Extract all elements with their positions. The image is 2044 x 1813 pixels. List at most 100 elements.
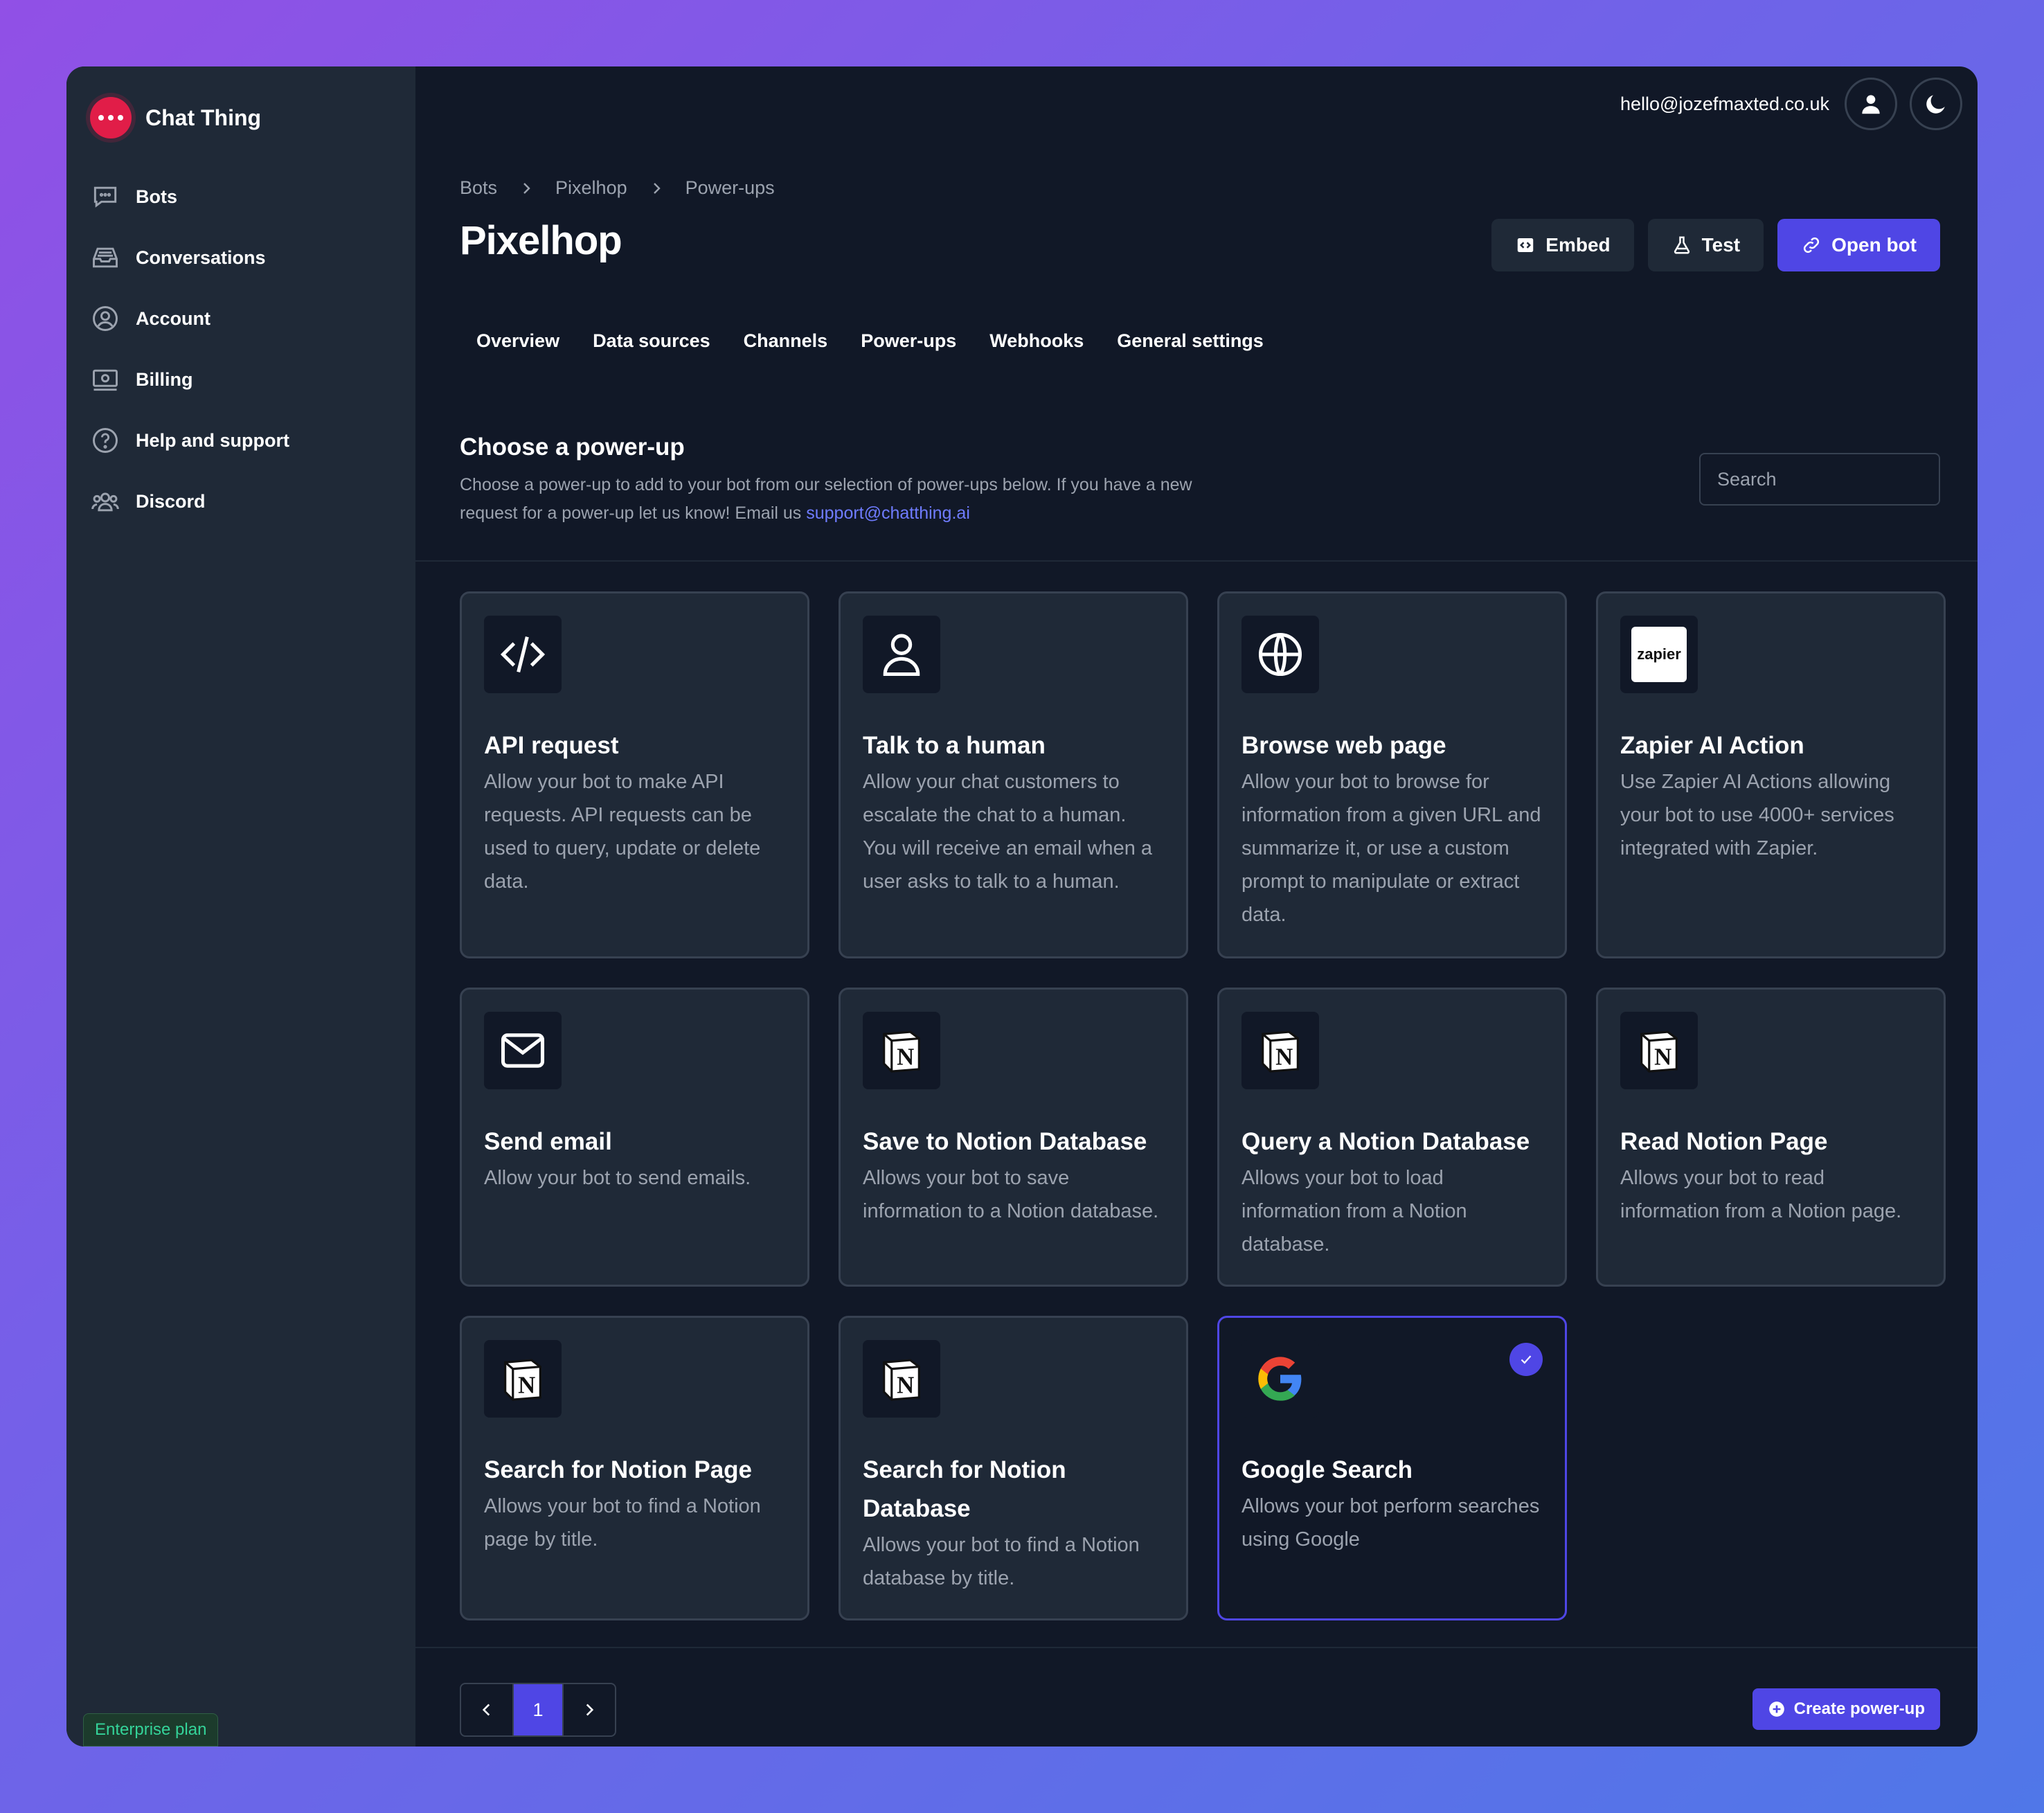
sidebar-nav: Bots Conversations Account Billing Help … — [83, 166, 399, 532]
power-up-card-google-search[interactable]: Google Search Allows your bot perform se… — [1217, 1316, 1567, 1620]
card-description: Allows your bot perform searches using G… — [1241, 1495, 1540, 1551]
code-icon — [484, 616, 562, 693]
users-icon — [91, 492, 119, 512]
notion-icon: N — [863, 1340, 940, 1418]
card-title: API request — [484, 732, 619, 759]
card-description: Allow your bot to send emails. — [484, 1167, 751, 1189]
card-title: Google Search — [1241, 1456, 1413, 1483]
brand[interactable]: Chat Thing — [90, 83, 261, 152]
open-bot-label: Open bot — [1831, 234, 1917, 256]
google-icon — [1241, 1340, 1319, 1418]
user-menu-button[interactable] — [1845, 78, 1897, 130]
sidebar-item-discord[interactable]: Discord — [83, 471, 399, 532]
prev-page-button[interactable] — [461, 1684, 512, 1735]
flask-icon — [1674, 236, 1689, 254]
tab-overview[interactable]: Overview — [460, 317, 576, 364]
sidebar-item-label: Bots — [136, 186, 177, 207]
power-up-grid: API request Allow your bot to make API r… — [460, 591, 1947, 1620]
power-up-card-send-email[interactable]: Send email Allow your bot to send emails… — [460, 988, 809, 1287]
tab-channels[interactable]: Channels — [727, 317, 845, 364]
power-up-card-api-request[interactable]: API request Allow your bot to make API r… — [460, 591, 809, 958]
power-up-card-talk-to-human[interactable]: Talk to a human Allow your chat customer… — [839, 591, 1188, 958]
plan-badge: Enterprise plan — [83, 1713, 219, 1747]
globe-icon — [1241, 616, 1319, 693]
main-content: hello@jozefmaxted.co.uk Bots Pixelhop Po… — [415, 66, 1978, 1747]
svg-text:N: N — [1275, 1044, 1293, 1071]
search-input[interactable] — [1699, 453, 1940, 506]
user-icon — [1862, 95, 1880, 114]
sidebar-item-billing[interactable]: Billing — [83, 349, 399, 410]
tab-data-sources[interactable]: Data sources — [576, 317, 727, 364]
test-button[interactable]: Test — [1647, 219, 1764, 271]
divider — [415, 560, 1978, 562]
card-title: Save to Notion Database — [863, 1128, 1147, 1155]
support-email-link[interactable]: support@chatthing.ai — [806, 503, 970, 523]
power-up-card-save-notion-db[interactable]: N Save to Notion Database Allows your bo… — [839, 988, 1188, 1287]
chevron-right-icon — [523, 182, 530, 194]
header-actions: Embed Test Open bot — [1491, 219, 1940, 271]
svg-text:N: N — [897, 1372, 914, 1399]
app-window: Chat Thing Bots Conversations Account Bi… — [66, 66, 1978, 1747]
moon-icon — [1926, 95, 1945, 114]
pagination: 1 — [460, 1683, 616, 1737]
section-title: Choose a power-up — [460, 434, 685, 461]
tab-webhooks[interactable]: Webhooks — [973, 317, 1100, 364]
card-description: Allows your bot to load information from… — [1241, 1167, 1467, 1256]
notion-icon: N — [1241, 1012, 1319, 1089]
tab-general-settings[interactable]: General settings — [1100, 317, 1280, 364]
zapier-icon: zapier — [1620, 616, 1698, 693]
embed-button[interactable]: Embed — [1491, 219, 1634, 271]
card-title: Search for Notion Database — [863, 1456, 1066, 1522]
card-title: Talk to a human — [863, 732, 1046, 759]
breadcrumb-bots[interactable]: Bots — [460, 177, 497, 199]
card-description: Allow your chat customers to escalate th… — [863, 771, 1153, 893]
page-title: Pixelhop — [460, 218, 622, 263]
sidebar-item-help[interactable]: Help and support — [83, 410, 399, 471]
power-up-card-read-notion-page[interactable]: N Read Notion Page Allows your bot to re… — [1596, 988, 1946, 1287]
power-up-card-browse-web-page[interactable]: Browse web page Allow your bot to browse… — [1217, 591, 1567, 958]
test-label: Test — [1701, 234, 1741, 256]
chat-thing-logo-icon — [90, 97, 132, 139]
card-description: Use Zapier AI Actions allowing your bot … — [1620, 771, 1894, 859]
sidebar-item-label: Billing — [136, 368, 193, 390]
card-title: Search for Notion Page — [484, 1456, 753, 1483]
open-bot-button[interactable]: Open bot — [1777, 219, 1940, 271]
card-description: Allow your bot to browse for information… — [1241, 771, 1541, 926]
power-up-card-search-notion-db[interactable]: N Search for Notion Database Allows your… — [839, 1316, 1188, 1620]
question-icon — [93, 428, 118, 453]
app-name: Chat Thing — [145, 105, 262, 130]
embed-icon — [1518, 238, 1534, 252]
power-up-intro: Choose a power-up Choose a power-up to a… — [460, 434, 1221, 528]
power-up-card-query-notion-db[interactable]: N Query a Notion Database Allows your bo… — [1217, 988, 1567, 1287]
sidebar-item-label: Discord — [136, 490, 206, 512]
sidebar-item-account[interactable]: Account — [83, 288, 399, 349]
next-page-button[interactable] — [564, 1684, 615, 1735]
banknote-icon — [93, 369, 118, 391]
card-title: Send email — [484, 1128, 612, 1155]
create-power-up-label: Create power-up — [1793, 1699, 1925, 1718]
power-up-card-search-notion-page[interactable]: N Search for Notion Page Allows your bot… — [460, 1316, 809, 1620]
sidebar-item-conversations[interactable]: Conversations — [83, 227, 399, 288]
user-circle-icon — [93, 306, 118, 331]
sidebar-item-bots[interactable]: Bots — [83, 166, 399, 227]
user-email: hello@jozefmaxted.co.uk — [1620, 93, 1829, 114]
chevron-left-icon — [482, 1704, 490, 1716]
sidebar-item-label: Account — [136, 307, 210, 329]
card-description: Allows your bot to save information to a… — [863, 1167, 1159, 1222]
top-bar: hello@jozefmaxted.co.uk — [1620, 76, 1962, 132]
page-number-current[interactable]: 1 — [512, 1684, 564, 1735]
notion-icon: N — [863, 1012, 940, 1089]
notion-icon: N — [1620, 1012, 1698, 1089]
create-power-up-button[interactable]: Create power-up — [1752, 1688, 1940, 1730]
person-icon — [863, 616, 940, 693]
chevron-right-icon — [653, 182, 661, 194]
theme-toggle-button[interactable] — [1910, 78, 1962, 130]
chevron-right-icon — [586, 1704, 594, 1716]
svg-text:N: N — [897, 1044, 914, 1071]
sidebar-item-label: Conversations — [136, 247, 266, 268]
breadcrumb-bot[interactable]: Pixelhop — [555, 177, 627, 199]
inbox-icon — [93, 247, 118, 268]
card-description: Allows your bot to find a Notion databas… — [863, 1534, 1140, 1589]
power-up-card-zapier[interactable]: zapier Zapier AI Action Use Zapier AI Ac… — [1596, 591, 1946, 958]
tab-power-ups[interactable]: Power-ups — [844, 317, 973, 364]
